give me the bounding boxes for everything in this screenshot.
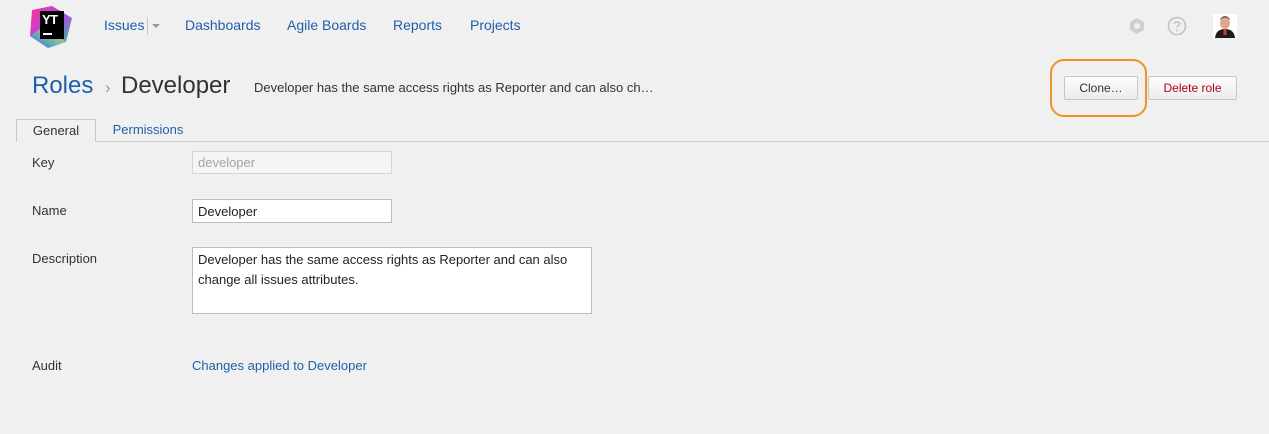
tab-general[interactable]: General (16, 119, 96, 142)
nav-dashboards[interactable]: Dashboards (185, 17, 261, 33)
delete-role-button[interactable]: Delete role (1148, 76, 1237, 100)
nav-divider (147, 17, 148, 35)
description-field[interactable]: Developer has the same access rights as … (192, 247, 592, 314)
audit-changes-link[interactable]: Changes applied to Developer (192, 358, 367, 373)
chevron-down-icon[interactable] (152, 24, 160, 28)
settings-hexagon-icon[interactable] (1126, 15, 1148, 37)
nav-agile-boards[interactable]: Agile Boards (287, 17, 366, 33)
tab-permissions[interactable]: Permissions (100, 119, 196, 142)
help-icon[interactable] (1166, 15, 1188, 37)
breadcrumb-separator: › (105, 78, 111, 97)
nav-reports[interactable]: Reports (393, 17, 442, 33)
name-field[interactable] (192, 199, 392, 223)
nav-projects[interactable]: Projects (470, 17, 521, 33)
breadcrumb-roles-link[interactable]: Roles (32, 72, 93, 100)
logo-text: YT (42, 12, 58, 27)
page: YT Issues Dashboards Agile Boards Report… (0, 0, 1269, 434)
youtrack-logo-icon[interactable]: YT (30, 6, 74, 48)
clone-button[interactable]: Clone… (1064, 76, 1138, 100)
page-title: Developer (121, 72, 231, 99)
key-label: Key (32, 155, 55, 170)
tabs-divider (16, 141, 1269, 142)
name-label: Name (32, 203, 67, 218)
key-field (192, 151, 392, 174)
description-label: Description (32, 251, 98, 266)
role-description-preview: Developer has the same access rights as … (254, 80, 654, 95)
nav-issues[interactable]: Issues (104, 17, 144, 33)
avatar[interactable] (1213, 14, 1237, 38)
audit-label: Audit (32, 358, 62, 373)
